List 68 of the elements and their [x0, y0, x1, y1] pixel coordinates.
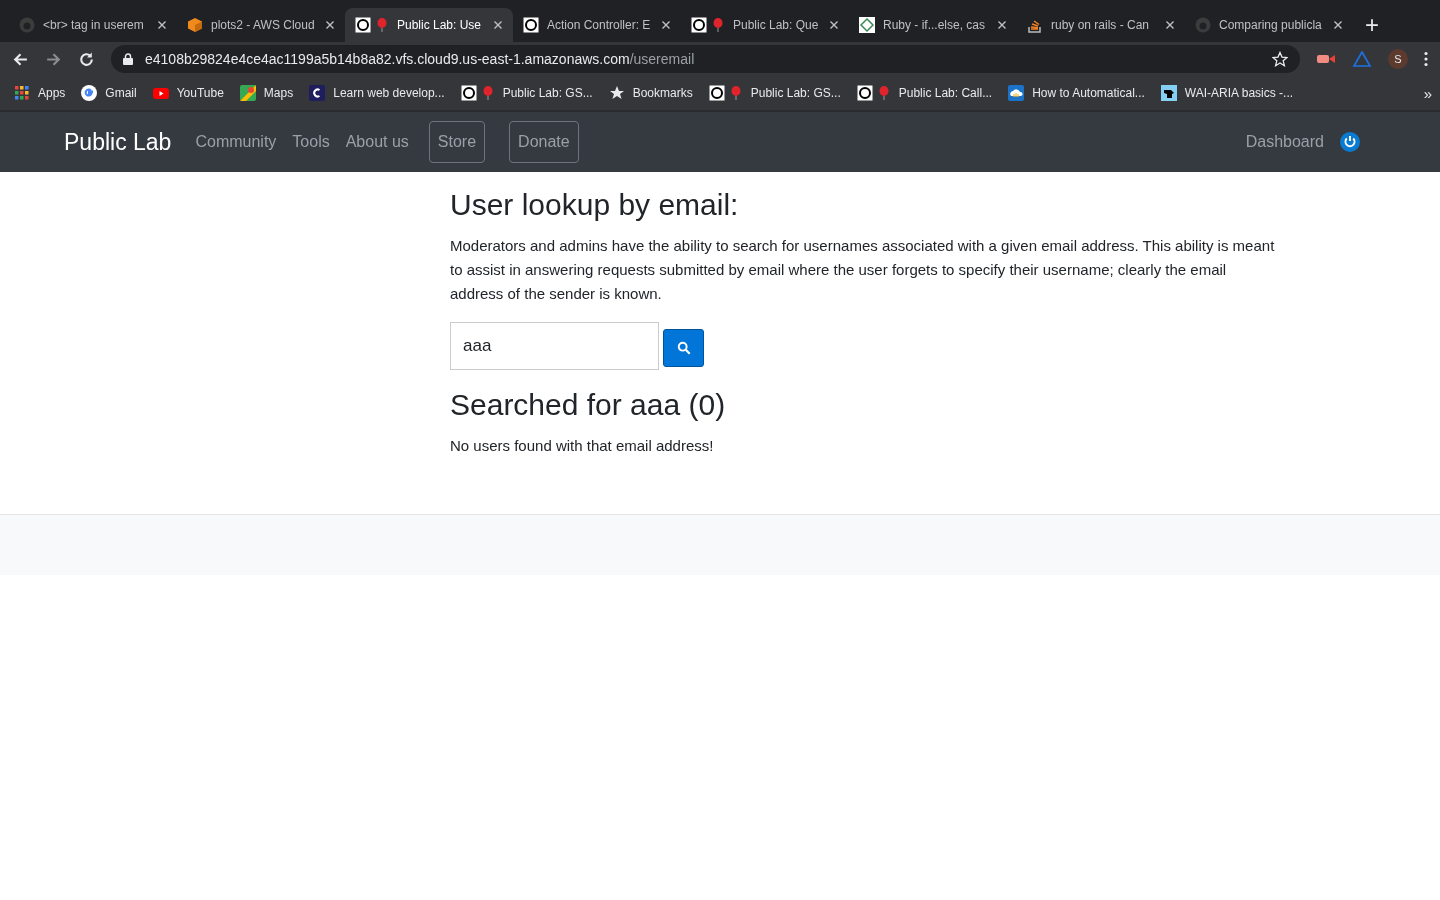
- bookmark-item[interactable]: Gmail: [81, 85, 137, 101]
- bookmark-item[interactable]: Bookmarks: [608, 85, 693, 101]
- address-bar[interactable]: e4108b29824e4ce4ac1199a5b14b8a82.vfs.cloud9.us-east-1.amazonaws.com/useremail: [111, 45, 1300, 73]
- balloon-icon: [708, 85, 743, 101]
- browser-tab[interactable]: Ruby - if...else, cas: [849, 8, 1017, 42]
- bookmark-item[interactable]: Maps: [239, 85, 294, 101]
- browser-tab[interactable]: ruby on rails - Can: [1017, 8, 1185, 42]
- result-message: No users found with that email address!: [450, 436, 715, 456]
- browser-tab[interactable]: Comparing publicla: [1185, 8, 1353, 42]
- nav-link[interactable]: About us: [345, 133, 409, 151]
- bookmark-item[interactable]: Learn web develop...: [309, 85, 445, 101]
- nav-button[interactable]: Store: [428, 121, 486, 163]
- more-bookmarks-button[interactable]: »: [1423, 84, 1432, 102]
- nav-link[interactable]: Tools: [292, 133, 330, 151]
- email-search-field[interactable]: aaa: [450, 322, 659, 370]
- bookmark-item[interactable]: Public Lab: Call...: [856, 85, 993, 101]
- close-icon[interactable]: [1333, 20, 1343, 30]
- bookmark-item[interactable]: WAI-ARIA basics -...: [1160, 85, 1294, 101]
- close-icon[interactable]: [829, 20, 839, 30]
- close-icon[interactable]: [661, 20, 671, 30]
- star-outline-icon[interactable]: [1272, 51, 1288, 67]
- close-icon[interactable]: [325, 20, 335, 30]
- balloon-icon: [691, 17, 725, 33]
- grid-icon: [14, 85, 30, 101]
- balloon-icon: [856, 85, 891, 101]
- nav-link[interactable]: Community: [195, 133, 277, 151]
- page-heading: User lookup by email:: [450, 188, 740, 222]
- profile-avatar[interactable]: S: [1388, 49, 1408, 69]
- more-menu-icon[interactable]: [1424, 51, 1428, 67]
- bookmark-item[interactable]: Apps: [14, 85, 66, 101]
- square-emblem-icon: [523, 17, 539, 33]
- close-icon[interactable]: [1165, 20, 1175, 30]
- map-icon: [239, 85, 256, 101]
- lock-icon: [123, 53, 133, 65]
- cloud-icon: [1008, 85, 1025, 101]
- close-icon[interactable]: [493, 20, 503, 30]
- nav-link[interactable]: Dashboard: [1245, 133, 1324, 151]
- google-g-icon: [81, 85, 98, 101]
- cube-icon: [187, 17, 203, 33]
- power-icon[interactable]: [1340, 132, 1360, 152]
- stack-icon: [1027, 17, 1043, 33]
- triangle-extension-icon[interactable]: [1352, 51, 1372, 67]
- browser-tab[interactable]: Action Controller: E: [513, 8, 681, 42]
- browser-tab[interactable]: plots2 - AWS Cloud: [177, 8, 345, 42]
- star-icon: [608, 85, 625, 101]
- letter-c-icon: [309, 85, 326, 101]
- bookmark-item[interactable]: How to Automatical...: [1008, 85, 1145, 101]
- browser-tab[interactable]: <br> tag in userem: [9, 8, 177, 42]
- site-brand[interactable]: Public Lab: [64, 128, 172, 156]
- intro-paragraph: Moderators and admins have the ability to search for usernames associated with a given email address. This ability is meant to assist in answering requests submitted by email where the user forgets to specify their username; clearly the email address of the sender is known.: [450, 236, 1276, 304]
- bookmark-item[interactable]: Public Lab: GS...: [460, 85, 593, 101]
- search-icon: [676, 341, 691, 355]
- bookmark-item[interactable]: Public Lab: GS...: [708, 85, 841, 101]
- diamond-icon: [859, 17, 875, 33]
- play-button-icon: [152, 85, 169, 101]
- browser-tab[interactable]: Public Lab: Use: [345, 8, 513, 42]
- close-icon[interactable]: [997, 20, 1007, 30]
- close-icon[interactable]: [157, 20, 167, 30]
- browser-tab[interactable]: Public Lab: Que: [681, 8, 849, 42]
- reload-icon[interactable]: [78, 50, 95, 68]
- result-heading: Searched for aaa (0): [450, 388, 727, 422]
- new-tab-button[interactable]: +: [1353, 8, 1391, 42]
- bookmark-item[interactable]: YouTube: [152, 85, 224, 101]
- nav-button[interactable]: Donate: [509, 121, 579, 163]
- balloon-icon: [460, 85, 495, 101]
- balloon-icon: [355, 17, 389, 33]
- search-button[interactable]: [663, 329, 704, 367]
- url-text: e4108b29824e4ce4ac1199a5b14b8a82.vfs.cloud9.us-east-1.amazonaws.com/useremail: [145, 51, 696, 67]
